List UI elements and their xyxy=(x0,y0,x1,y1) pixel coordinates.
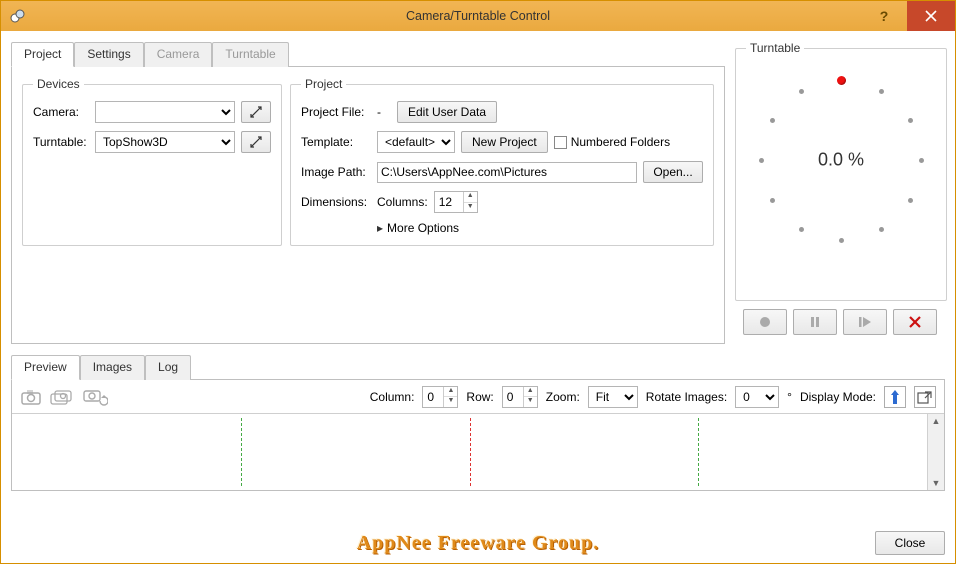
template-label: Template: xyxy=(301,135,371,149)
close-window-button[interactable] xyxy=(907,1,955,31)
turntable-label: Turntable: xyxy=(33,135,89,149)
camera-connect-button[interactable] xyxy=(241,101,271,123)
turntable-select[interactable]: TopShow3D xyxy=(95,131,235,153)
tab-turntable: Turntable xyxy=(212,42,288,67)
display-mode-single-button[interactable] xyxy=(884,386,906,408)
turntable-dial: 0.0 % xyxy=(746,65,936,255)
checkbox-box xyxy=(554,136,567,149)
project-legend: Project xyxy=(301,77,346,91)
window-title: Camera/Turntable Control xyxy=(1,9,955,23)
project-file-value: - xyxy=(377,105,391,119)
template-select[interactable]: <default> xyxy=(377,131,455,153)
new-project-button[interactable]: New Project xyxy=(461,131,548,153)
turntable-legend: Turntable xyxy=(746,41,804,55)
snapshot-icon[interactable] xyxy=(20,388,42,406)
display-mode-popout-button[interactable] xyxy=(914,386,936,408)
connect-icon xyxy=(249,135,263,149)
rotate-select[interactable]: 0 xyxy=(735,386,779,408)
tab-project[interactable]: Project xyxy=(11,42,74,67)
more-options-toggle[interactable]: ▸More Options xyxy=(377,221,703,235)
app-icon xyxy=(9,8,25,24)
devices-group: Devices Camera: Turntable: TopShow3D xyxy=(22,77,282,246)
display-mode-label: Display Mode: xyxy=(800,390,876,404)
connect-icon xyxy=(249,105,263,119)
zoom-select[interactable]: Fit xyxy=(588,386,638,408)
tab-images[interactable]: Images xyxy=(80,355,145,380)
help-button[interactable]: ? xyxy=(861,1,907,31)
zoom-label: Zoom: xyxy=(546,390,580,404)
step-forward-button[interactable] xyxy=(843,309,887,335)
stop-button[interactable] xyxy=(893,309,937,335)
tab-log[interactable]: Log xyxy=(145,355,191,380)
open-button[interactable]: Open... xyxy=(643,161,703,183)
snapshot-refresh-icon[interactable] xyxy=(82,387,108,407)
tab-camera: Camera xyxy=(144,42,213,67)
tab-preview[interactable]: Preview xyxy=(11,355,80,380)
main-tabstrip: Project Settings Camera Turntable xyxy=(11,42,725,67)
close-button[interactable]: Close xyxy=(875,531,945,555)
watermark: AppNee Freeware Group. xyxy=(357,532,600,555)
scroll-down-icon[interactable]: ▼ xyxy=(932,478,941,488)
devices-legend: Devices xyxy=(33,77,84,91)
turntable-pointer-dot xyxy=(837,76,846,85)
columns-value[interactable] xyxy=(435,192,463,212)
record-button[interactable] xyxy=(743,309,787,335)
row-spinner[interactable]: ▲▼ xyxy=(502,386,538,408)
window: Camera/Turntable Control ? Project Setti… xyxy=(0,0,956,564)
scroll-up-icon[interactable]: ▲ xyxy=(932,416,941,426)
tab-settings[interactable]: Settings xyxy=(74,42,143,67)
preview-canvas xyxy=(12,414,927,490)
camera-label: Camera: xyxy=(33,105,89,119)
spin-down-icon[interactable]: ▼ xyxy=(464,203,477,213)
columns-label: Columns: xyxy=(377,195,428,209)
pause-button[interactable] xyxy=(793,309,837,335)
camera-select[interactable] xyxy=(95,101,235,123)
row-label: Row: xyxy=(466,390,493,404)
bottom-tabstrip: Preview Images Log xyxy=(11,355,945,380)
turntable-percent: 0.0 % xyxy=(818,150,864,171)
spin-up-icon[interactable]: ▲ xyxy=(464,192,477,203)
numbered-folders-checkbox[interactable]: Numbered Folders xyxy=(554,135,670,149)
rotate-label: Rotate Images: xyxy=(646,390,727,404)
column-spinner[interactable]: ▲▼ xyxy=(422,386,458,408)
numbered-folders-label: Numbered Folders xyxy=(571,135,670,149)
triangle-right-icon: ▸ xyxy=(377,221,383,235)
project-group: Project Project File: - Edit User Data T… xyxy=(290,77,714,246)
column-label: Column: xyxy=(370,390,415,404)
preview-scrollbar[interactable]: ▲▼ xyxy=(927,414,944,490)
degree-symbol: ° xyxy=(787,390,792,404)
dimensions-label: Dimensions: xyxy=(301,195,371,209)
titlebar: Camera/Turntable Control ? xyxy=(1,1,955,31)
multi-snapshot-icon[interactable] xyxy=(50,388,74,406)
turntable-connect-button[interactable] xyxy=(241,131,271,153)
columns-spinner[interactable]: ▲▼ xyxy=(434,191,478,213)
project-file-label: Project File: xyxy=(301,105,371,119)
image-path-input[interactable] xyxy=(377,162,637,183)
image-path-label: Image Path: xyxy=(301,165,371,179)
edit-user-data-button[interactable]: Edit User Data xyxy=(397,101,497,123)
turntable-group: Turntable 0.0 % xyxy=(735,41,947,301)
